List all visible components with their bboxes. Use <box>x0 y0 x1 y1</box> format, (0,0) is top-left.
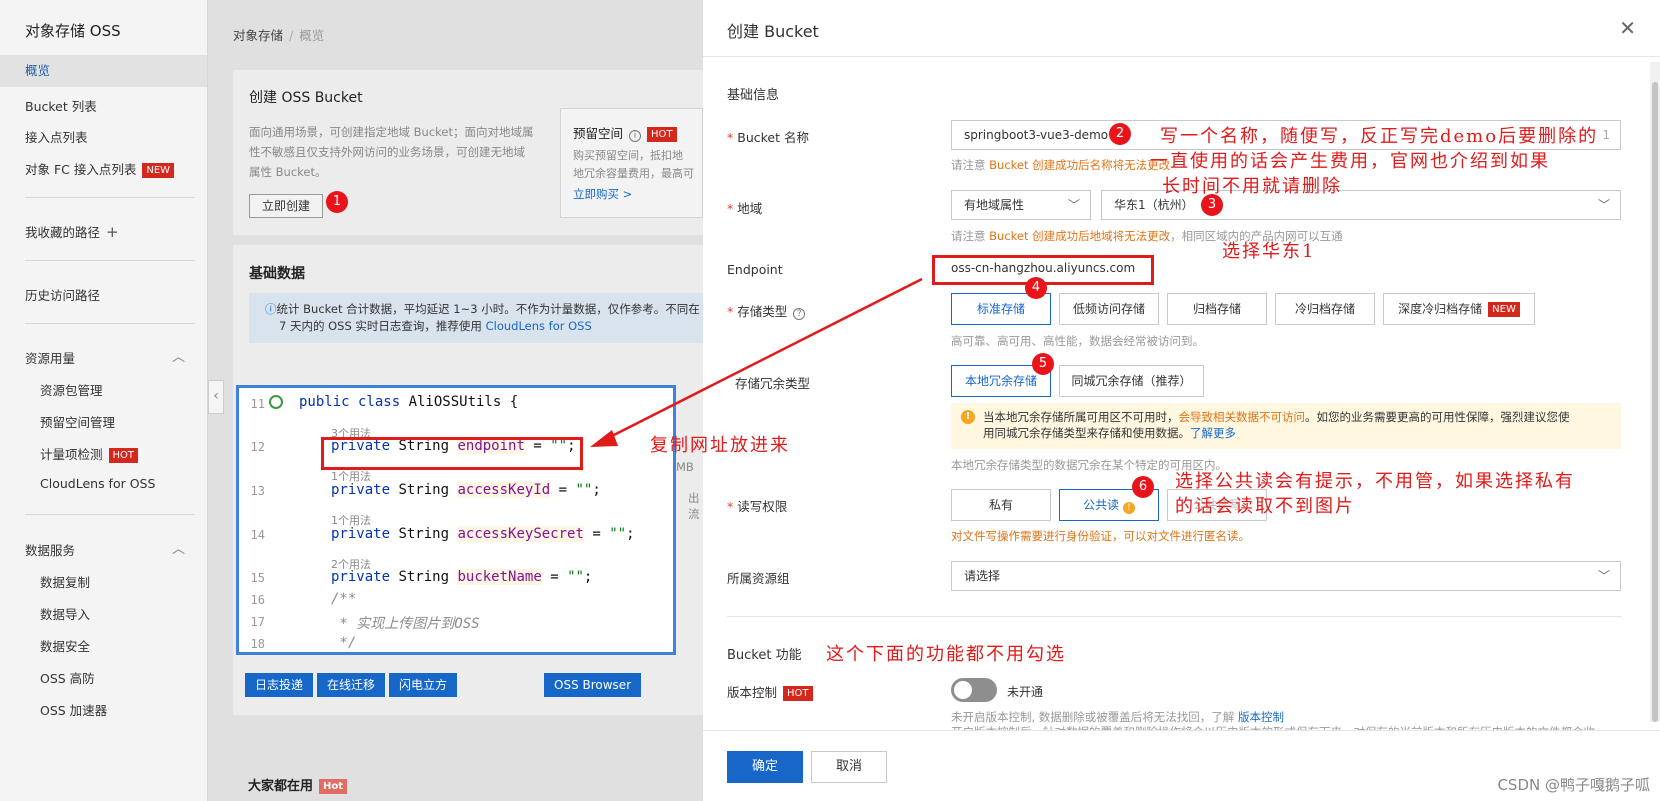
annotation-note: 写一个名称，随便写，反正写完demo后要删除的 <box>1160 126 1599 147</box>
step-badge: 6 <box>1132 476 1154 498</box>
watermark: CSDN @鸭子嘎鹅子呱 <box>1497 776 1650 794</box>
step-badge: 2 <box>1109 123 1131 145</box>
step-badge: 4 <box>1025 277 1047 299</box>
annotation-note: 的话会读取不到图片 <box>1175 496 1355 517</box>
annotation-note: 一直使用的话会产生费用，官网也介绍到如果 <box>1150 151 1550 172</box>
annotation-arrow <box>590 277 923 447</box>
annotation-note: 这个下面的功能都不用勾选 <box>826 644 1066 665</box>
step-badge: 1 <box>326 191 348 213</box>
annotation-note: 选择华东1 <box>1222 241 1316 262</box>
annotation-note: 复制网址放进来 <box>650 435 790 456</box>
annotation-note: 选择公共读会有提示，不用管，如果选择私有 <box>1175 471 1575 492</box>
annotation-note: 长时间不用就请删除 <box>1162 176 1342 197</box>
step-badge: 5 <box>1032 353 1054 375</box>
